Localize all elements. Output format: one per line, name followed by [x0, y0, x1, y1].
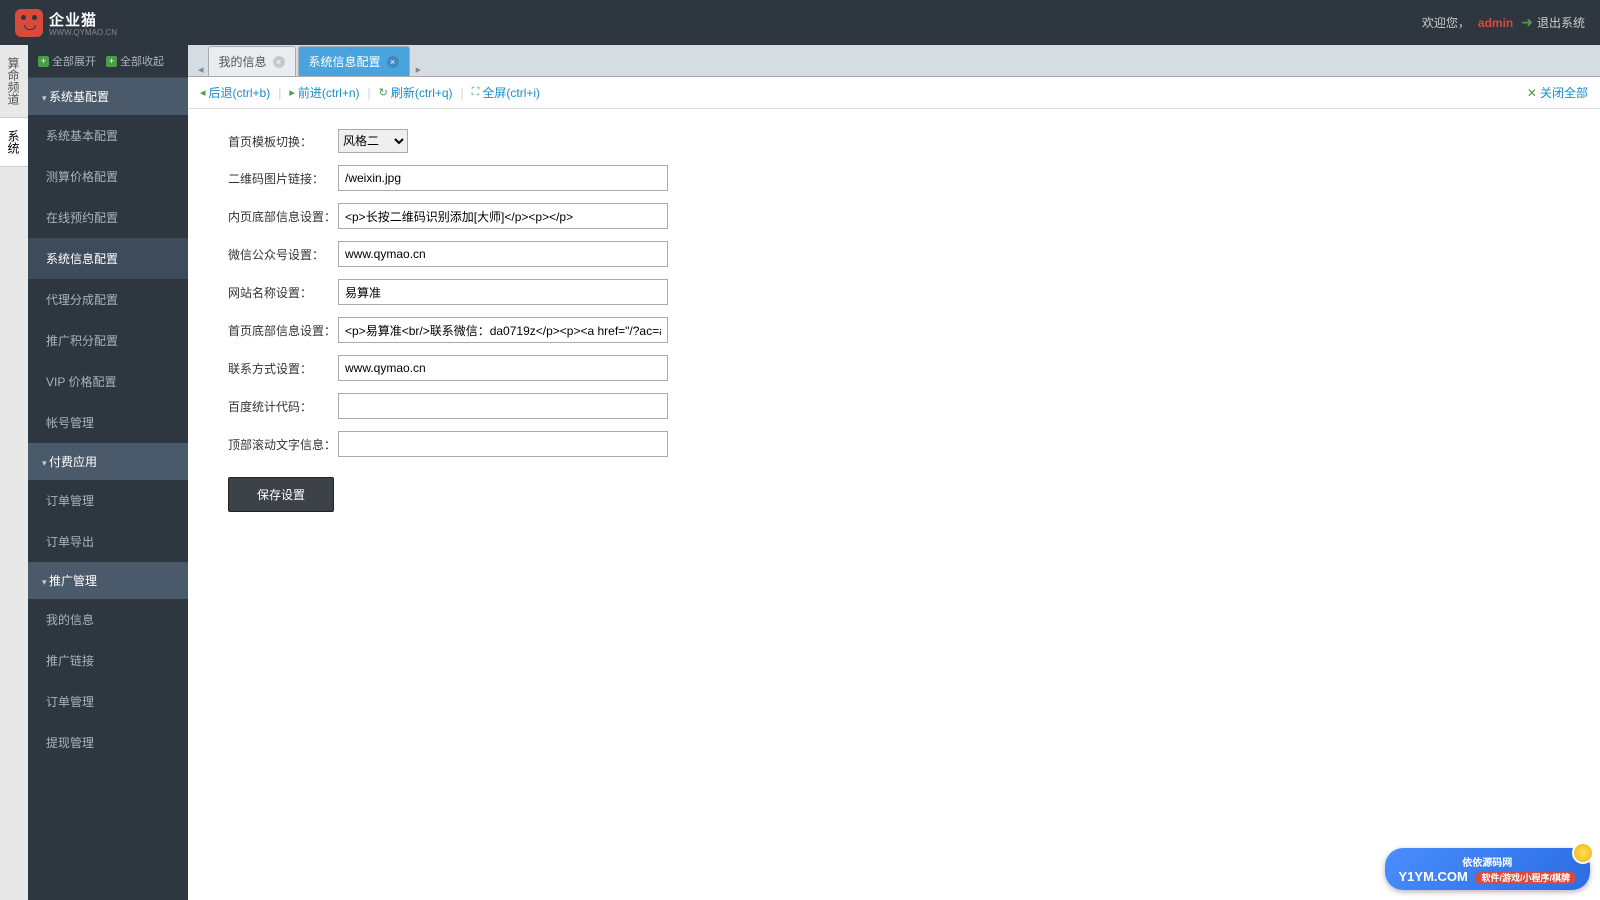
label-home-footer: 首页底部信息设置： [228, 322, 338, 339]
logout-button[interactable]: ➜ 退出系统 [1521, 14, 1585, 31]
qrcode-input[interactable] [338, 165, 668, 191]
logout-icon: ➜ [1521, 14, 1533, 31]
vtab-fortune[interactable]: 算命频道 [0, 45, 28, 118]
menu-item-orders[interactable]: 订单管理 [28, 480, 188, 521]
tab-next-button[interactable]: ▸ [412, 63, 426, 76]
fullscreen-icon: ⛶ [472, 86, 480, 99]
main-content: ◂ 我的信息 × 系统信息配置 × ▸ ◂后退(ctrl+b) | ▸前进(ct… [188, 45, 1600, 900]
menu-item-myinfo[interactable]: 我的信息 [28, 599, 188, 640]
tab-myinfo[interactable]: 我的信息 × [208, 46, 296, 76]
tab-prev-button[interactable]: ◂ [194, 63, 208, 76]
label-inner-footer: 内页底部信息设置： [228, 208, 338, 225]
contact-input[interactable] [338, 355, 668, 381]
close-icon[interactable]: × [273, 56, 285, 68]
collapse-all-button[interactable]: +全部收起 [106, 53, 164, 69]
watermark: 依依源码网 Y1YM.COM 软件/游戏/小程序/棋牌 [1385, 848, 1590, 890]
menu-item-sysinfo[interactable]: 系统信息配置 [28, 238, 188, 279]
label-contact: 联系方式设置： [228, 360, 338, 377]
vertical-tabs: 算命频道 系统 [0, 45, 28, 900]
logo-subtext: WWW.QYMAO.CN [49, 28, 117, 37]
refresh-button[interactable]: ↻刷新(ctrl+q) [379, 84, 453, 101]
label-template: 首页模板切换： [228, 133, 338, 150]
welcome-text: 欢迎您， [1422, 14, 1470, 31]
wechat-input[interactable] [338, 241, 668, 267]
forward-button[interactable]: ▸前进(ctrl+n) [289, 84, 359, 101]
fullscreen-button[interactable]: ⛶全屏(ctrl+i) [472, 84, 540, 101]
expand-all-button[interactable]: +全部展开 [38, 53, 96, 69]
label-baidu: 百度统计代码： [228, 398, 338, 415]
menu-item-promoorders[interactable]: 订单管理 [28, 681, 188, 722]
header-right: 欢迎您， admin ➜ 退出系统 [1422, 14, 1585, 31]
sitename-input[interactable] [338, 279, 668, 305]
menu-section-system[interactable]: 系统基配置 [28, 78, 188, 115]
form: 首页模板切换： 风格二 二维码图片链接： 内页底部信息设置： 微信公众号设置： … [188, 109, 1600, 532]
menu-item-vip[interactable]: VIP 价格配置 [28, 361, 188, 402]
menu-item-withdraw[interactable]: 提现管理 [28, 722, 188, 763]
menu-section-paid[interactable]: 付费应用 [28, 443, 188, 480]
vtab-system[interactable]: 系统 [0, 118, 28, 167]
inner-footer-input[interactable] [338, 203, 668, 229]
template-select[interactable]: 风格二 [338, 129, 408, 153]
home-footer-input[interactable] [338, 317, 668, 343]
tab-bar: ◂ 我的信息 × 系统信息配置 × ▸ [188, 45, 1600, 77]
tab-sysinfo[interactable]: 系统信息配置 × [298, 46, 410, 76]
baidu-input[interactable] [338, 393, 668, 419]
menu-item-export[interactable]: 订单导出 [28, 521, 188, 562]
plus-icon: + [106, 56, 117, 67]
label-sitename: 网站名称设置： [228, 284, 338, 301]
menu-section-promo[interactable]: 推广管理 [28, 562, 188, 599]
close-all-button[interactable]: ✕关闭全部 [1527, 84, 1588, 101]
menu-item-price[interactable]: 测算价格配置 [28, 156, 188, 197]
menu-item-appointment[interactable]: 在线预约配置 [28, 197, 188, 238]
expand-bar: +全部展开 +全部收起 [28, 45, 188, 78]
back-icon: ◂ [200, 86, 206, 99]
toolbar: ◂后退(ctrl+b) | ▸前进(ctrl+n) | ↻刷新(ctrl+q) … [188, 77, 1600, 109]
menu-item-promolink[interactable]: 推广链接 [28, 640, 188, 681]
watermark-dot-icon [1572, 842, 1594, 864]
logo: 企业猫 WWW.QYMAO.CN [15, 9, 117, 37]
label-qrcode: 二维码图片链接： [228, 170, 338, 187]
close-icon[interactable]: × [387, 56, 399, 68]
x-icon: ✕ [1527, 86, 1537, 100]
logo-icon [15, 9, 43, 37]
sidebar: +全部展开 +全部收起 系统基配置 系统基本配置 测算价格配置 在线预约配置 系… [28, 45, 188, 900]
save-button[interactable]: 保存设置 [228, 477, 334, 512]
scroll-input[interactable] [338, 431, 668, 457]
username: admin [1478, 16, 1513, 30]
back-button[interactable]: ◂后退(ctrl+b) [200, 84, 270, 101]
menu-item-agent[interactable]: 代理分成配置 [28, 279, 188, 320]
forward-icon: ▸ [289, 86, 295, 99]
plus-icon: + [38, 56, 49, 67]
logo-text: 企业猫 [49, 12, 97, 29]
menu-item-points[interactable]: 推广积分配置 [28, 320, 188, 361]
menu-item-basic[interactable]: 系统基本配置 [28, 115, 188, 156]
label-wechat: 微信公众号设置： [228, 246, 338, 263]
label-scroll: 顶部滚动文字信息： [228, 436, 338, 453]
menu-item-account[interactable]: 帐号管理 [28, 402, 188, 443]
top-header: 企业猫 WWW.QYMAO.CN 欢迎您， admin ➜ 退出系统 [0, 0, 1600, 45]
refresh-icon: ↻ [379, 86, 388, 99]
